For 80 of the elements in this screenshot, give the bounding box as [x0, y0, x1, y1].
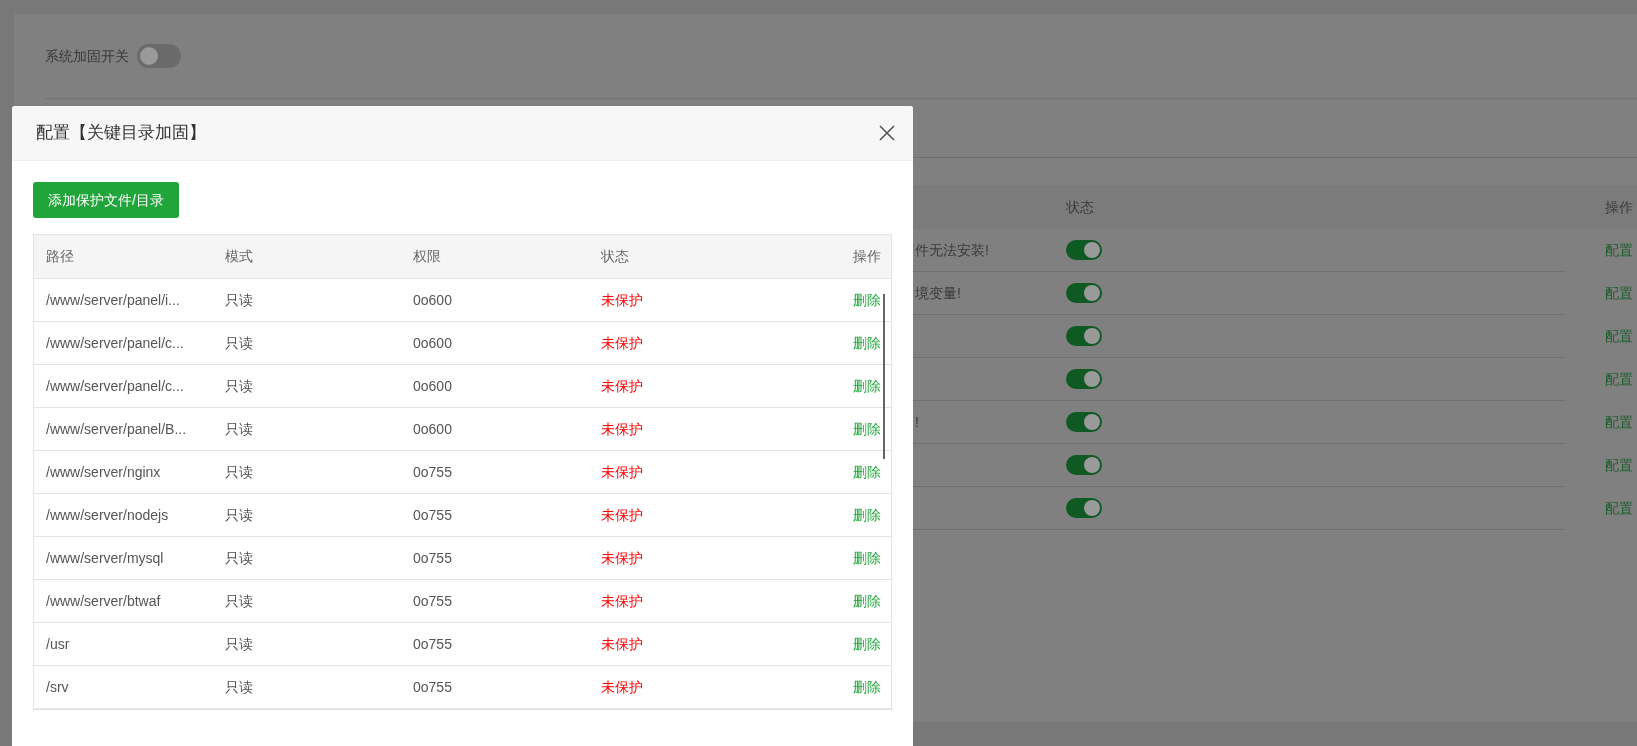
table-cell: 0o600	[413, 377, 452, 394]
toggle-switch[interactable]	[1066, 455, 1102, 475]
table-cell: 境变量!	[915, 284, 961, 301]
table-cell: 只读	[225, 592, 253, 609]
configure-link[interactable]: 配置	[1605, 282, 1633, 304]
table-cell: 只读	[225, 420, 253, 437]
table-cell: 件无法安装!	[915, 241, 989, 258]
table-cell: 只读	[225, 549, 253, 566]
configure-link[interactable]: 配置	[1605, 325, 1633, 347]
table-cell: 只读	[225, 463, 253, 480]
toggle-switch[interactable]	[1066, 369, 1102, 389]
table-cell: /www/server/btwaf	[46, 592, 161, 609]
status-text: 未保护	[601, 678, 643, 695]
table-cell: /www/server/panel/c...	[46, 377, 184, 394]
table-cell: 只读	[225, 334, 253, 351]
status-text: 未保护	[601, 592, 643, 609]
delete-link[interactable]: 删除	[853, 506, 881, 523]
table-cell: 0o755	[413, 678, 452, 695]
configure-link[interactable]: 配置	[1605, 497, 1633, 519]
status-text: 未保护	[601, 635, 643, 652]
table-cell: /www/server/mysql	[46, 549, 164, 566]
add-button[interactable]: 添加保护文件/目录	[33, 182, 179, 218]
status-text: 未保护	[601, 334, 643, 351]
configure-link[interactable]: 配置	[1605, 411, 1633, 433]
table-cell: 0o755	[413, 506, 452, 523]
toggle-switch[interactable]	[1066, 283, 1102, 303]
column-header: 权限	[413, 248, 441, 264]
table-cell: 0o600	[413, 291, 452, 308]
dialog-title: 配置【关键目录加固】	[36, 122, 206, 145]
table-cell: /www/server/panel/B...	[46, 420, 187, 437]
delete-link[interactable]: 删除	[853, 420, 881, 437]
table-cell: !	[915, 413, 919, 430]
toggle-switch[interactable]	[1066, 326, 1102, 346]
table-cell: /www/server/nodejs	[46, 506, 169, 523]
column-header: 状态	[601, 248, 629, 264]
status-text: 未保护	[601, 420, 643, 437]
status-text: 未保护	[601, 506, 643, 523]
delete-link[interactable]: 删除	[853, 377, 881, 394]
column-header: 模式	[225, 248, 253, 264]
toggle-switch[interactable]	[1066, 240, 1102, 260]
configure-link[interactable]: 配置	[1605, 239, 1633, 261]
switch-label: 系统加固开关	[45, 46, 129, 66]
table-cell: 只读	[225, 291, 253, 308]
status-text: 未保护	[601, 291, 643, 308]
table-cell: /srv	[46, 678, 69, 695]
scrollbar[interactable]	[883, 294, 885, 459]
toggle-switch[interactable]	[137, 44, 181, 68]
toggle-switch[interactable]	[1066, 498, 1102, 518]
status-text: 未保护	[601, 463, 643, 480]
delete-link[interactable]: 删除	[853, 635, 881, 652]
table-cell: /usr	[46, 635, 70, 652]
table-cell: 只读	[225, 506, 253, 523]
toggle-switch[interactable]	[1066, 412, 1102, 432]
column-header: 路径	[46, 248, 74, 264]
table-cell: 0o755	[413, 463, 452, 480]
close-icon[interactable]	[879, 125, 895, 141]
table-cell: 只读	[225, 377, 253, 394]
column-header: 操作	[1605, 198, 1633, 215]
status-text: 未保护	[601, 377, 643, 394]
table-cell: /www/server/panel/c...	[46, 334, 184, 351]
table-cell: 只读	[225, 635, 253, 652]
table-cell: 0o755	[413, 592, 452, 609]
delete-link[interactable]: 删除	[853, 334, 881, 351]
status-text: 未保护	[601, 549, 643, 566]
configure-link[interactable]: 配置	[1605, 368, 1633, 390]
delete-link[interactable]: 删除	[853, 592, 881, 609]
column-header: 操作	[853, 248, 881, 264]
table-cell: 只读	[225, 678, 253, 695]
table-cell: 0o600	[413, 420, 452, 437]
table-cell: 0o755	[413, 635, 452, 652]
table-cell: 0o755	[413, 549, 452, 566]
table-cell: /www/server/nginx	[46, 463, 161, 480]
table-cell: /www/server/panel/i...	[46, 291, 180, 308]
delete-link[interactable]: 删除	[853, 678, 881, 695]
delete-link[interactable]: 删除	[853, 549, 881, 566]
table-cell: 0o600	[413, 334, 452, 351]
delete-link[interactable]: 删除	[853, 463, 881, 480]
column-header: 状态	[1066, 198, 1094, 215]
delete-link[interactable]: 删除	[853, 291, 881, 308]
configure-link[interactable]: 配置	[1605, 454, 1633, 476]
